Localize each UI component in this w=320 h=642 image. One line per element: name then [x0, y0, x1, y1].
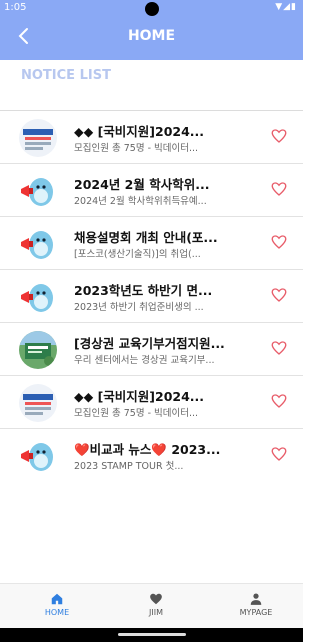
- bottom-navigation: HOME JIIM MYPAGE: [0, 583, 303, 629]
- heart-icon: [150, 593, 162, 605]
- tab-home[interactable]: HOME: [22, 592, 92, 617]
- list-item[interactable]: ◆◆ [국비지원]2024... 모집인원 총 75명 - 빅데이터...: [0, 111, 303, 164]
- notice-list-heading: NOTICE LIST: [21, 68, 111, 83]
- heart-outline-icon: [271, 182, 287, 196]
- notice-subtitle: 2023 STAMP TOUR 첫...: [74, 461, 184, 472]
- notice-subtitle: 2023년 하반기 취업준비생의 ...: [74, 302, 204, 313]
- notice-subtitle: [포스코(생산기술직)]의 취업(...: [74, 249, 201, 260]
- notice-title: [경상권 교육기부거점지원...: [74, 336, 225, 351]
- notice-thumbnail: [19, 331, 57, 369]
- list-item[interactable]: ❤️비교과 뉴스❤️ 2023... 2023 STAMP TOUR 첫...: [0, 429, 303, 481]
- home-indicator[interactable]: [118, 633, 186, 636]
- camera-cutout: [145, 2, 159, 16]
- notice-thumbnail: [19, 437, 57, 475]
- notice-title: 2023학년도 하반기 면...: [74, 283, 213, 298]
- heart-outline-icon: [271, 288, 287, 302]
- favorite-button[interactable]: [270, 180, 288, 198]
- page-title: HOME: [127, 28, 176, 44]
- status-indicators: ▼◢▮: [275, 2, 297, 12]
- notice-subtitle: 모집인원 총 75명 - 빅데이터...: [74, 143, 199, 154]
- notice-title: ◆◆ [국비지원]2024...: [74, 124, 205, 139]
- notice-list: ◆◆ [국비지원]2024... 모집인원 총 75명 - 빅데이터... 20…: [0, 111, 303, 481]
- app-bar: HOME: [0, 16, 303, 60]
- tab-jiim[interactable]: JIIM: [121, 592, 191, 617]
- list-item[interactable]: 2023학년도 하반기 면... 2023년 하반기 취업준비생의 ...: [0, 270, 303, 323]
- notice-thumbnail: [19, 384, 57, 422]
- heart-outline-icon: [271, 341, 287, 355]
- list-item[interactable]: 채용설명회 개최 안내(포... [포스코(생산기술직)]의 취업(...: [0, 217, 303, 270]
- notice-subtitle: 2024년 2월 학사학위취득유예...: [74, 196, 207, 207]
- heart-outline-icon: [271, 235, 287, 249]
- list-item[interactable]: 2024년 2월 학사학위... 2024년 2월 학사학위취득유예...: [0, 164, 303, 217]
- favorite-button[interactable]: [270, 339, 288, 357]
- heart-outline-icon: [271, 394, 287, 408]
- notice-title: ❤️비교과 뉴스❤️ 2023...: [74, 442, 221, 457]
- heart-outline-icon: [271, 129, 287, 143]
- tab-jiim-label: JIIM: [149, 608, 163, 617]
- notice-thumbnail: [19, 119, 57, 157]
- tab-mypage-label: MYPAGE: [239, 608, 273, 617]
- home-icon: [51, 593, 63, 605]
- favorite-button[interactable]: [270, 286, 288, 304]
- favorite-button[interactable]: [270, 127, 288, 145]
- tab-home-label: HOME: [44, 608, 70, 617]
- list-item[interactable]: ◆◆ [국비지원]2024... 모집인원 총 75명 - 빅데이터...: [0, 376, 303, 429]
- status-time: 1:05: [4, 2, 27, 13]
- favorite-button[interactable]: [270, 392, 288, 410]
- list-item[interactable]: [경상권 교육기부거점지원... 우리 센터에서는 경상권 교육기부...: [0, 323, 303, 376]
- status-bar: 1:05 ▼◢▮: [0, 0, 303, 16]
- system-gesture-bar: [0, 628, 303, 642]
- person-icon: [250, 593, 262, 605]
- notice-thumbnail: [19, 172, 57, 210]
- favorite-button[interactable]: [270, 445, 288, 463]
- notice-title: 2024년 2월 학사학위...: [74, 177, 210, 192]
- tab-mypage[interactable]: MYPAGE: [221, 592, 291, 617]
- notice-thumbnail: [19, 278, 57, 316]
- notice-thumbnail: [19, 225, 57, 263]
- notice-title: 채용설명회 개최 안내(포...: [74, 230, 218, 245]
- notice-subtitle: 우리 센터에서는 경상권 교육기부...: [74, 355, 215, 366]
- notice-subtitle: 모집인원 총 75명 - 빅데이터...: [74, 408, 199, 419]
- notice-title: ◆◆ [국비지원]2024...: [74, 389, 205, 404]
- heart-outline-icon: [271, 447, 287, 461]
- favorite-button[interactable]: [270, 233, 288, 251]
